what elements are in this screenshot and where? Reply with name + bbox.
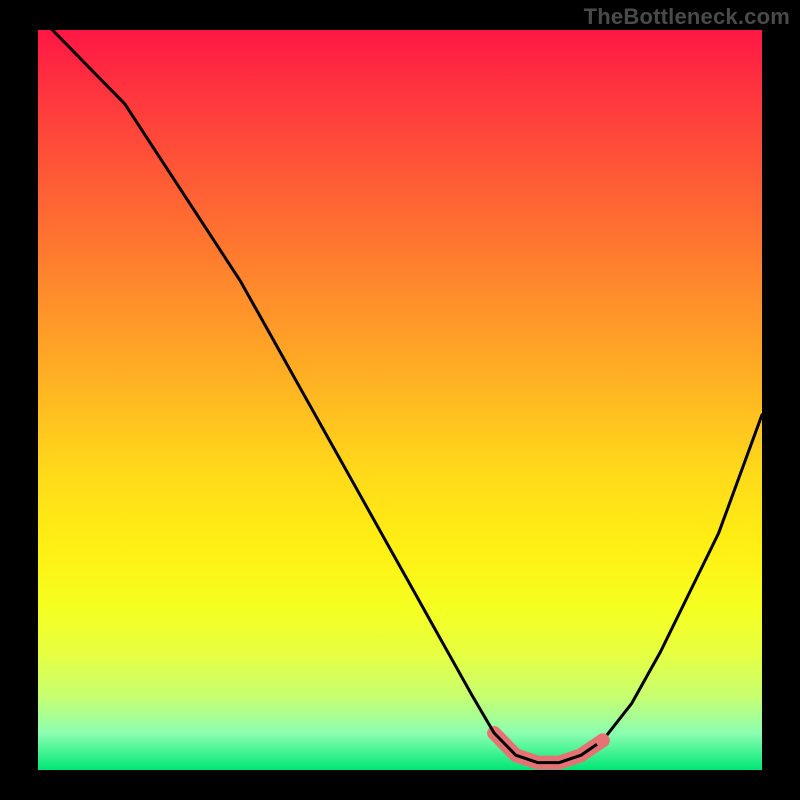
watermark-text: TheBottleneck.com [584,4,790,30]
optimal-marker [596,733,610,747]
bottleneck-curve [38,30,762,763]
plot-area [38,30,762,770]
chart-frame: TheBottleneck.com [0,0,800,800]
curve-layer [38,30,762,770]
